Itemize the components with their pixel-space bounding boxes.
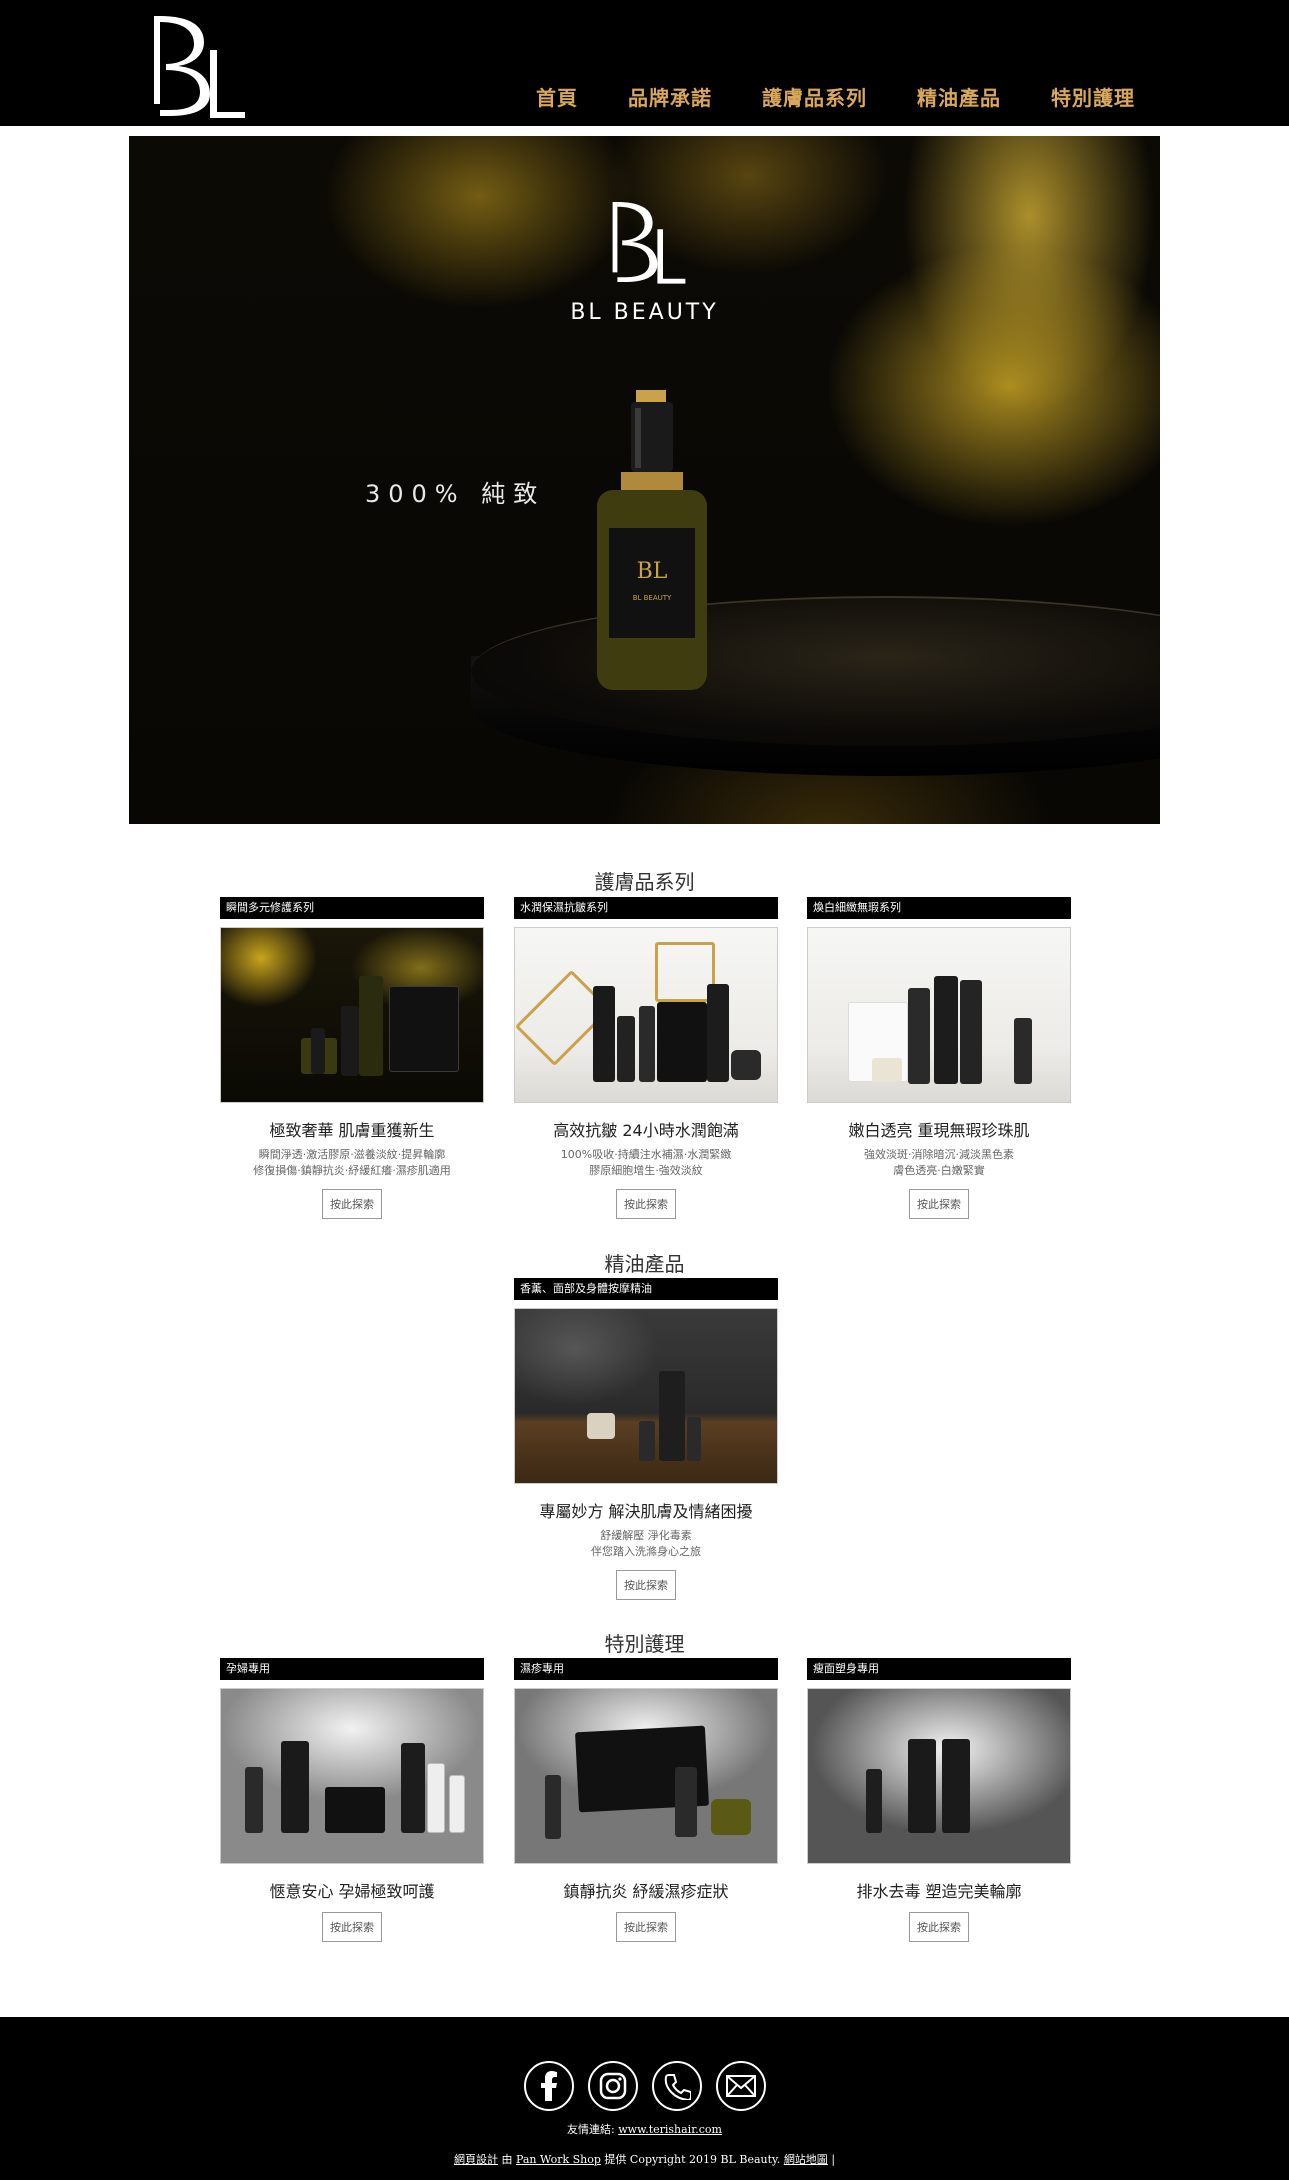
hero-bl-logo xyxy=(612,202,685,284)
card-desc-line: 100%吸收·持續注水補濕·水潤緊緻 xyxy=(560,1148,732,1161)
product-image-eczema[interactable] xyxy=(514,1688,778,1864)
mail-icon[interactable] xyxy=(715,2061,766,2111)
card-desc-line: 伴您踏入洗滌身心之旅 xyxy=(591,1545,701,1558)
explore-button[interactable]: 按此探索 xyxy=(909,1189,969,1219)
card-heading: 鎮靜抗炎 紓緩濕疹症狀 xyxy=(563,1882,729,1901)
card-category-bar: 水潤保濕抗皺系列 xyxy=(514,897,778,919)
hero-brand-name: BL BEAUTY xyxy=(570,300,719,325)
nav-special-care[interactable]: 特別護理 xyxy=(1051,82,1135,111)
site-header: 首頁 品牌承諾 護膚品系列 精油產品 特別護理 xyxy=(0,0,1289,126)
instagram-icon[interactable] xyxy=(587,2061,638,2111)
product-image-slimming[interactable] xyxy=(807,1688,1071,1864)
product-image-oils[interactable] xyxy=(514,1308,778,1484)
footer-links-label: 友情連結: xyxy=(567,2123,615,2136)
special-card-pregnancy: 孕婦專用 愜意安心 孕婦極致呵護 按此探索 xyxy=(220,1658,484,1942)
card-description: 瞬間淨透·激活膠原·滋養淡紋·提昇輪廓 修復損傷·鎮靜抗炎·紓緩紅癢·濕疹肌適用 xyxy=(220,1147,484,1179)
skincare-section-title: 護膚品系列 xyxy=(594,870,695,894)
special-card-slimming: 瘦面塑身專用 排水去毒 塑造完美輪廓 按此探索 xyxy=(807,1658,1071,1942)
web-design-link[interactable]: 網頁設計 xyxy=(454,2153,498,2166)
explore-button[interactable]: 按此探索 xyxy=(909,1912,969,1942)
bl-logo[interactable] xyxy=(132,10,257,122)
card-description: 舒緩解壓 淨化毒素 伴您踏入洗滌身心之旅 xyxy=(514,1528,778,1560)
card-category-bar: 瞬間多元修護系列 xyxy=(220,897,484,919)
nav-essential-oils[interactable]: 精油產品 xyxy=(917,82,1001,111)
oils-card: 香薰、面部及身體按摩精油 專屬妙方 解決肌膚及情緒困擾 舒緩解壓 淨化毒素 伴您… xyxy=(514,1278,778,1600)
credit-by: 由 xyxy=(501,2153,513,2166)
svg-text:BL BEAUTY: BL BEAUTY xyxy=(633,594,672,602)
card-category-bar: 香薰、面部及身體按摩精油 xyxy=(514,1278,778,1300)
svg-text:BL: BL xyxy=(637,559,668,584)
card-category-bar: 瘦面塑身專用 xyxy=(807,1658,1071,1680)
serum-bottle-image: BL BL BEAUTY xyxy=(597,390,707,690)
card-description: 100%吸收·持續注水補濕·水潤緊緻 膠原細胞增生·強效淡紋 xyxy=(514,1147,778,1179)
oils-section-title: 精油產品 xyxy=(604,1252,685,1276)
hero-brand: BL BEAUTY xyxy=(129,192,1160,325)
card-heading: 愜意安心 孕婦極致呵護 xyxy=(269,1882,435,1901)
card-heading: 嫩白透亮 重現無瑕珍珠肌 xyxy=(848,1121,1030,1140)
product-image-whitening[interactable] xyxy=(807,927,1071,1103)
explore-button[interactable]: 按此探索 xyxy=(322,1912,382,1942)
card-heading: 極致奢華 肌膚重獲新生 xyxy=(269,1121,435,1140)
card-heading: 排水去毒 塑造完美輪廓 xyxy=(856,1882,1022,1901)
explore-button[interactable]: 按此探索 xyxy=(616,1912,676,1942)
card-category-bar: 濕疹專用 xyxy=(514,1658,778,1680)
facebook-icon[interactable] xyxy=(523,2061,574,2111)
social-links xyxy=(0,2061,1289,2111)
footer-separator: | xyxy=(831,2153,836,2166)
explore-button[interactable]: 按此探索 xyxy=(616,1570,676,1600)
hero-tagline: 300% 純致 xyxy=(365,480,546,508)
product-image-pregnancy[interactable] xyxy=(220,1688,484,1864)
product-image-repair[interactable] xyxy=(220,927,484,1103)
card-desc-line: 膠原細胞增生·強效淡紋 xyxy=(589,1164,703,1177)
main-nav: 首頁 品牌承諾 護膚品系列 精油產品 特別護理 xyxy=(536,82,1135,111)
sitemap-link[interactable]: 網站地圖 xyxy=(784,2153,828,2166)
partner-link[interactable]: www.terishair.com xyxy=(618,2123,722,2136)
card-heading: 高效抗皺 24小時水潤飽滿 xyxy=(553,1121,739,1140)
skincare-card-whitening: 煥白細緻無瑕系列 嫩白透亮 重現無瑕珍珠肌 強效淡斑·消除暗沉·減淡黑色素 膚色… xyxy=(807,897,1071,1219)
explore-button[interactable]: 按此探索 xyxy=(616,1189,676,1219)
nav-brand-promise[interactable]: 品牌承諾 xyxy=(628,82,712,111)
footer-links: 友情連結: www.terishair.com xyxy=(0,2121,1289,2137)
copyright-text: 提供 Copyright 2019 BL Beauty. xyxy=(604,2153,781,2166)
explore-button[interactable]: 按此探索 xyxy=(322,1189,382,1219)
card-desc-line: 膚色透亮·白嫩緊實 xyxy=(893,1164,985,1177)
card-description: 強效淡斑·消除暗沉·減淡黑色素 膚色透亮·白嫩緊實 xyxy=(807,1147,1071,1179)
nav-skincare[interactable]: 護膚品系列 xyxy=(762,82,867,111)
special-card-eczema: 濕疹專用 鎮靜抗炎 紓緩濕疹症狀 按此探索 xyxy=(514,1658,778,1942)
nav-home[interactable]: 首頁 xyxy=(536,82,578,111)
product-image-hydrating[interactable] xyxy=(514,927,778,1103)
card-desc-line: 舒緩解壓 淨化毒素 xyxy=(600,1529,692,1542)
hero-banner[interactable]: BL BEAUTY 300% 純致 BL BL BEAUTY xyxy=(129,136,1160,824)
card-desc-line: 強效淡斑·消除暗沉·減淡黑色素 xyxy=(864,1148,1014,1161)
pan-work-shop-link[interactable]: Pan Work Shop xyxy=(516,2153,601,2166)
skincare-card-hydrating: 水潤保濕抗皺系列 高效抗皺 24小時水潤飽滿 100%吸收·持續注水補濕·水潤緊… xyxy=(514,897,778,1219)
card-heading: 專屬妙方 解決肌膚及情緒困擾 xyxy=(539,1502,753,1521)
card-category-bar: 孕婦專用 xyxy=(220,1658,484,1680)
special-section-title: 特別護理 xyxy=(604,1632,685,1656)
card-desc-line: 修復損傷·鎮靜抗炎·紓緩紅癢·濕疹肌適用 xyxy=(253,1164,451,1177)
phone-icon[interactable] xyxy=(651,2061,702,2111)
card-category-bar: 煥白細緻無瑕系列 xyxy=(807,897,1071,919)
card-desc-line: 瞬間淨透·激活膠原·滋養淡紋·提昇輪廓 xyxy=(258,1148,446,1161)
footer-credit: 網頁設計 由 Pan Work Shop 提供 Copyright 2019 B… xyxy=(0,2151,1289,2167)
skincare-card-repair: 瞬間多元修護系列 極致奢華 肌膚重獲新生 瞬間淨透·激活膠原·滋養淡紋·提昇輪廓… xyxy=(220,897,484,1219)
site-footer: 友情連結: www.terishair.com 網頁設計 由 Pan Work … xyxy=(0,2017,1289,2180)
